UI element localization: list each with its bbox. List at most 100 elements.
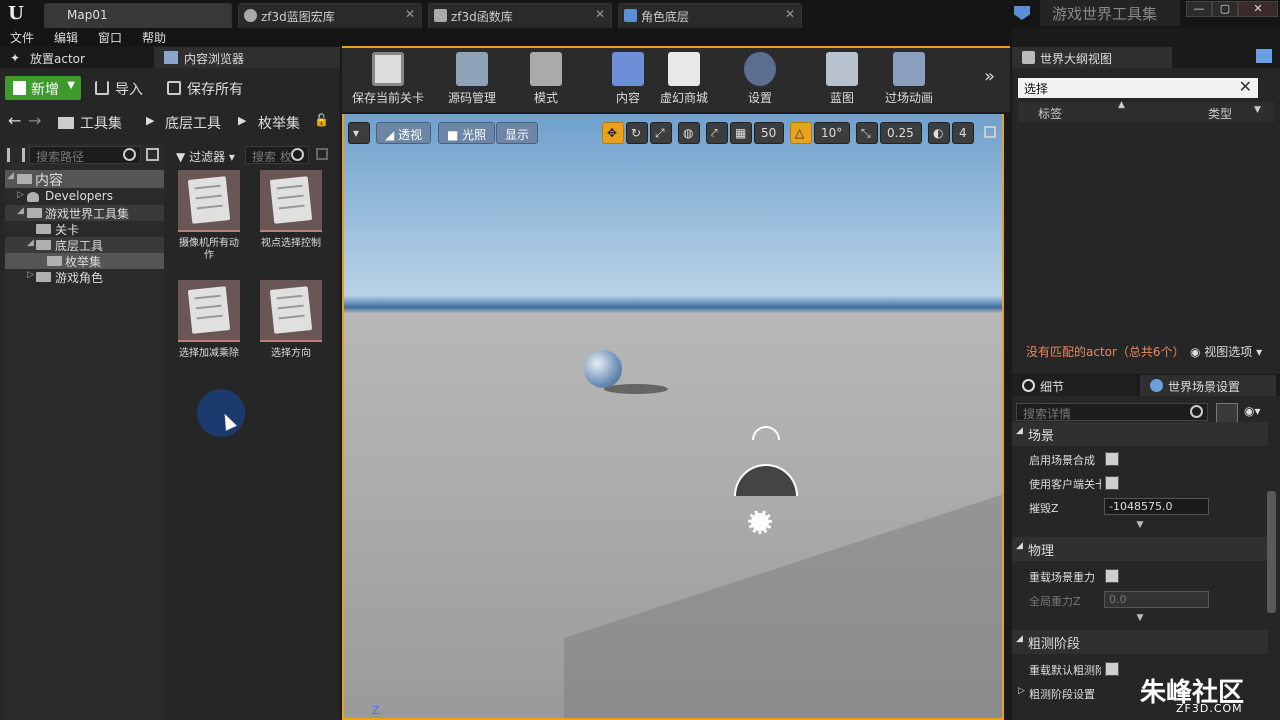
tree-item-enum-set[interactable]: 枚举集 [5,253,164,269]
menu-help[interactable]: 帮助 [142,29,166,46]
add-new-button[interactable]: 新增 ▼ [5,76,81,100]
cinematics-button[interactable]: 过场动画 [878,52,940,106]
details-scrollbar[interactable] [1267,491,1276,613]
save-all-button[interactable]: 保存所有 [167,79,243,99]
menu-edit[interactable]: 编辑 [54,29,78,46]
breadcrumb-item[interactable]: 底层工具 [165,113,221,133]
back-arrow-icon[interactable]: ← [8,111,21,130]
clear-search-icon[interactable]: ✕ [1239,77,1252,96]
rotation-snap-icon[interactable]: △ [790,122,812,144]
marketplace-button[interactable]: 虚幻商城 [656,52,712,106]
collapse-triangle-icon[interactable]: ◢ [7,171,14,181]
advanced-expand-icon[interactable]: ▼ [1012,520,1268,534]
tree-item-base-tools[interactable]: ◢ 底层工具 [5,237,164,253]
section-broadphase[interactable]: ◢ 粗测阶段 [1012,630,1268,654]
collapse-triangle-icon[interactable]: ◢ [17,206,24,216]
tab-details[interactable]: 细节 [1012,375,1136,396]
column-label[interactable]: 标签 [1038,105,1062,122]
source-control-button[interactable]: 源码管理 [432,52,512,106]
close-icon[interactable]: ✕ [405,7,415,21]
rotation-snap-value[interactable]: 10° [814,122,850,144]
tree-item-game-character[interactable]: ▷ 游戏角色 [5,269,164,285]
modes-button[interactable]: 模式 [520,52,572,106]
maximize-viewport-icon[interactable] [984,126,996,138]
lock-icon[interactable]: 🔓 [314,113,329,127]
details-search-input[interactable]: 搜索详情 [1016,403,1208,421]
checkbox[interactable] [1105,452,1119,466]
maximize-button[interactable]: ▢ [1212,1,1238,17]
checkbox[interactable] [1105,662,1119,676]
tab-function-lib[interactable]: zf3d函数库 ✕ [428,3,612,28]
show-button[interactable]: 显示 [496,122,539,144]
camera-speed-value[interactable]: 4 [952,122,974,144]
forward-arrow-icon[interactable]: → [28,111,41,130]
content-button[interactable]: 内容 [604,52,652,106]
grid-snap-icon[interactable]: ▦ [730,122,752,144]
tree-item-content[interactable]: ◢ 内容 [5,170,164,189]
menu-window[interactable]: 窗口 [98,29,122,46]
checkbox[interactable] [1105,476,1119,490]
section-scene[interactable]: ◢ 场景 [1012,422,1268,446]
minimize-button[interactable]: — [1186,1,1212,17]
tab-content-browser[interactable]: 内容浏览器 [154,47,340,68]
sky-sphere-actor-icon[interactable] [584,350,622,388]
scale-snap-icon[interactable]: ⤡ [856,122,878,144]
breadcrumb-item[interactable]: 工具集 [80,113,122,133]
section-physics[interactable]: ◢ 物理 [1012,537,1268,561]
rotate-mode-icon[interactable]: ↻ [626,122,648,144]
chevron-right-icon[interactable]: ▶ [146,114,154,127]
grid-snap-value[interactable]: 50 [754,122,784,144]
kill-z-input[interactable]: -1048575.0 [1104,498,1209,515]
expand-triangle-icon[interactable]: ▷ [27,270,34,280]
perspective-button[interactable]: ◢ 透视 [376,122,432,144]
world-local-icon[interactable]: ◍ [678,122,700,144]
tree-item-levels[interactable]: 关卡 [5,221,164,237]
chevron-down-icon[interactable]: ▼ [1254,105,1261,115]
search-icon[interactable] [1190,405,1203,418]
settings-button[interactable]: 设置 [740,52,780,106]
asset-item[interactable]: 选择方向 [258,280,324,360]
eye-icon[interactable]: ◉▾ [1244,404,1261,418]
property-matrix-icon[interactable] [1216,403,1238,423]
tab-place-actor[interactable]: ✦ 放置actor [0,47,150,68]
scale-mode-icon[interactable]: ⤢ [650,122,672,144]
tab-character-base[interactable]: 角色底层 ✕ [618,3,802,28]
asset-item[interactable]: 选择加减乘除 [176,280,242,360]
translate-mode-icon[interactable]: ✥ [602,122,624,144]
sources-toggle-icon[interactable] [7,148,25,162]
feedback-flag-icon[interactable] [1014,6,1030,20]
save-level-button[interactable]: 保存当前关卡 [348,52,428,106]
checkbox[interactable] [1105,569,1119,583]
gravity-z-input[interactable]: 0.0 [1104,591,1209,608]
asset-item[interactable]: 摄像机所有动作 [176,170,242,262]
close-icon[interactable]: ✕ [595,7,605,21]
close-window-button[interactable]: ✕ [1238,1,1278,17]
tab-blueprint-macro-lib[interactable]: zf3d蓝图宏库 ✕ [238,3,422,28]
breadcrumb-item[interactable]: 枚举集 [258,113,300,133]
close-icon[interactable]: ✕ [785,7,795,21]
asset-item[interactable]: 视点选择控制 [258,170,324,250]
tab-map01[interactable]: Map01 [44,3,232,28]
outliner-search-input[interactable]: 选择 ✕ [1018,77,1258,98]
expand-triangle-icon[interactable]: ▷ [1018,686,1025,696]
filter-button[interactable]: ▼ 过滤器 ▾ [176,148,235,165]
lit-button[interactable]: ■ 光照 [438,122,496,144]
surface-snap-icon[interactable]: ⤤ [706,122,728,144]
save-search-icon[interactable] [316,148,328,160]
tab-world-settings[interactable]: 世界场景设置 [1140,375,1276,396]
level-viewport[interactable]: ▾ ◢ 透视 ■ 光照 显示 ✥ ↻ ⤢ ◍ ⤤ ▦ 50 △ 10° ⤡ 0.… [342,114,1004,720]
menu-file[interactable]: 文件 [10,29,34,46]
advanced-expand-icon[interactable]: ▼ [1012,613,1268,627]
atmospheric-fog-icon[interactable] [734,464,798,496]
tree-item-developers[interactable]: ▷ Developers [5,189,164,205]
tree-item-game-world-tools[interactable]: ◢ 游戏世界工具集 [5,205,164,221]
chevron-right-icon[interactable]: ▶ [238,114,246,127]
sky-light-icon[interactable] [752,426,780,440]
search-icon[interactable] [123,148,136,161]
pin-icon[interactable] [1256,49,1272,63]
import-button[interactable]: 导入 [95,79,143,99]
toolbar-overflow-button[interactable]: » [984,66,995,87]
camera-speed-icon[interactable]: ◐ [928,122,950,144]
column-type[interactable]: 类型 [1208,105,1232,122]
collapse-triangle-icon[interactable]: ◢ [27,238,34,248]
